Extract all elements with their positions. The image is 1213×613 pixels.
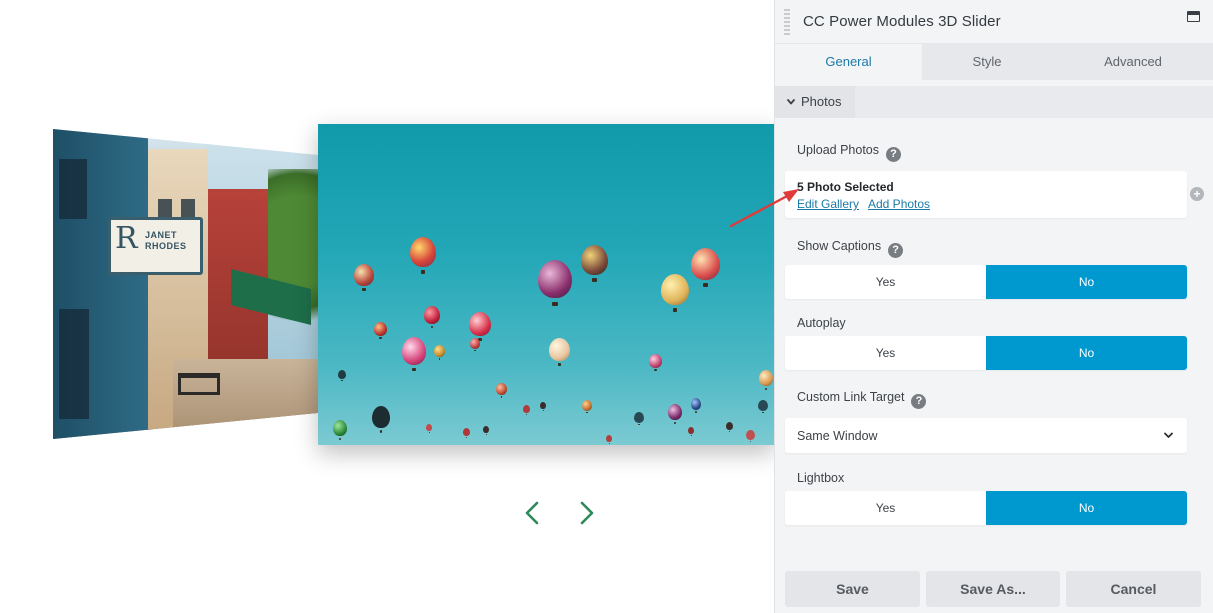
tab-style[interactable]: Style [922,44,1052,80]
balloon [759,370,773,390]
custom-link-target-label: Custom Link Target [797,390,905,404]
show-captions-toggle: Yes No [785,265,1187,299]
balloon [661,274,689,312]
balloon [688,427,694,436]
balloon [582,400,592,414]
balloon [338,370,346,381]
shop-sign-name-line1: JANET [145,230,178,240]
question-circle-icon[interactable]: ? [886,147,902,162]
shop-sign-name: JANET RHODES [145,230,187,252]
side-slide-tree [268,169,321,349]
upload-photos-field: Upload Photos? [797,142,902,162]
window-maximize-icon[interactable] [1187,11,1200,22]
balloon [410,237,436,274]
balloon [726,422,733,432]
tab-advanced[interactable]: Advanced [1052,44,1213,80]
balloon [469,312,491,342]
plus-circle-icon[interactable]: + [1190,187,1204,201]
panel-header: CC Power Modules 3D Slider [775,0,1213,44]
balloon [691,398,701,413]
chevron-down-icon [787,99,795,105]
autoplay-label: Autoplay [797,316,846,330]
annotation-arrow-icon [729,189,799,228]
balloon [691,248,720,288]
photos-section-label: Photos [801,94,842,109]
show-captions-label: Show Captions [797,239,882,253]
add-photos-link[interactable]: Add Photos [868,197,930,211]
main-slide-balloons-photo[interactable] [318,124,775,445]
slider-preview: R JANET RHODES [0,0,775,613]
autoplay-yes-option[interactable]: Yes [785,336,986,370]
slider-prev-arrow-icon[interactable] [520,500,546,526]
show-captions-field: Show Captions? [797,238,904,258]
lightbox-label: Lightbox [797,471,845,485]
panel-title: CC Power Modules 3D Slider [803,13,1001,30]
balloon [758,400,768,414]
photos-section-toggle[interactable]: Photos [775,86,855,118]
cancel-button[interactable]: Cancel [1066,571,1201,607]
lightbox-toggle: Yes No [785,491,1187,525]
panel-footer: Save Save As... Cancel [775,571,1213,613]
balloon [402,337,426,372]
balloon [434,345,445,360]
autoplay-field: Autoplay [797,315,846,331]
balloon [549,338,570,367]
autoplay-no-option[interactable]: No [986,336,1187,370]
lightbox-field: Lightbox [797,470,844,486]
chevron-down-icon [1164,432,1173,438]
balloon [424,306,440,328]
balloon [333,420,347,440]
settings-tabs: General Style Advanced [775,44,1213,80]
side-slide-window [59,309,89,419]
edit-gallery-link[interactable]: Edit Gallery [797,197,859,211]
balloon [746,430,755,443]
slider-next-arrow-icon[interactable] [573,500,599,526]
side-slide-shop-sign: R JANET RHODES [108,217,203,275]
balloon [606,435,612,444]
module-settings-panel: CC Power Modules 3D Slider General Style… [774,0,1213,613]
balloon [496,383,507,398]
side-slide-storefront-photo[interactable]: R JANET RHODES [53,129,321,439]
balloon [374,322,387,340]
page: R JANET RHODES CC Power Modules 3D Slide… [0,0,1213,613]
custom-link-target-select[interactable]: Same Window [785,418,1187,453]
side-slide-sidewalk [173,359,321,439]
balloon [668,404,682,424]
question-circle-icon[interactable]: ? [911,394,927,409]
balloon [581,245,608,282]
question-circle-icon[interactable]: ? [888,243,904,258]
photos-selected-count: 5 Photo Selected [797,180,894,194]
save-as-button[interactable]: Save As... [926,571,1060,607]
balloon [649,354,662,372]
tab-general[interactable]: General [775,44,922,80]
photos-selection-box: 5 Photo Selected Edit Gallery Add Photos [785,171,1187,218]
balloon [470,338,480,352]
side-slide-bench [178,373,220,395]
balloon [426,424,432,433]
balloon [634,412,644,426]
balloon [463,428,470,438]
save-button[interactable]: Save [785,571,920,607]
side-slide-window [59,159,87,219]
balloon [523,405,530,415]
lightbox-no-option[interactable]: No [986,491,1187,525]
shop-sign-name-line2: RHODES [145,241,187,251]
upload-photos-label: Upload Photos [797,143,880,157]
custom-link-target-value: Same Window [797,429,878,443]
balloon [483,426,489,435]
balloon [354,264,374,291]
custom-link-target-field: Custom Link Target? [797,389,927,409]
photos-section-header: Photos [775,86,1213,118]
autoplay-toggle: Yes No [785,336,1187,370]
lightbox-yes-option[interactable]: Yes [785,491,986,525]
drag-handle-icon[interactable] [784,7,792,37]
balloon [538,260,572,307]
balloon [540,402,546,411]
show-captions-no-option[interactable]: No [986,265,1187,299]
shop-sign-letter: R [115,221,138,256]
balloon [372,406,390,433]
show-captions-yes-option[interactable]: Yes [785,265,986,299]
